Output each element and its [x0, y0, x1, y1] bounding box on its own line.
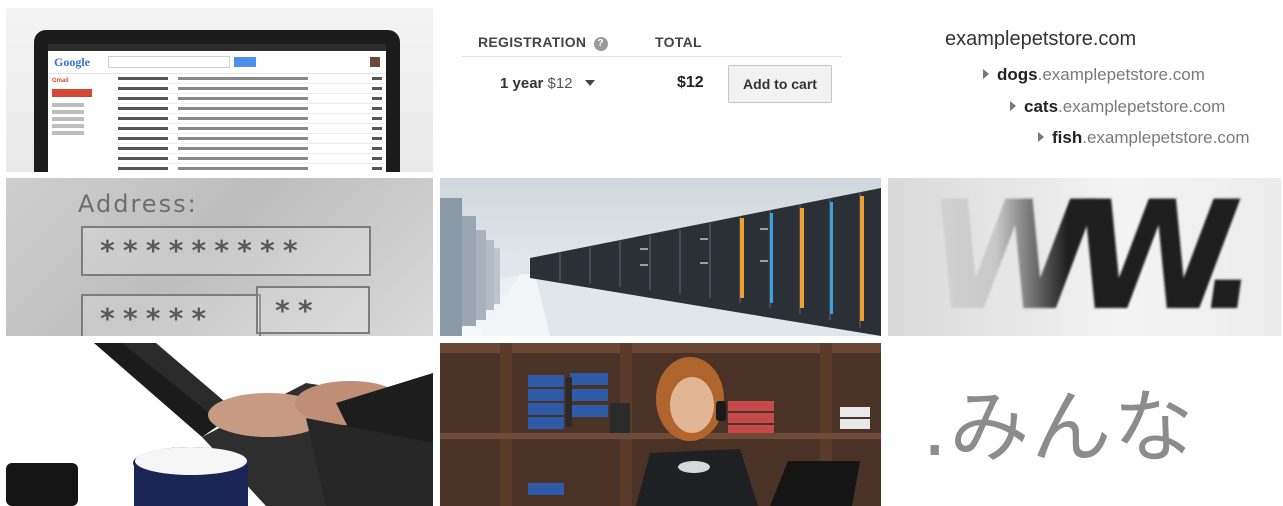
email-list	[114, 74, 386, 172]
caret-right-icon	[983, 69, 989, 79]
subdomain-prefix: dogs	[997, 65, 1038, 84]
avatar	[370, 57, 380, 67]
root-domain: examplepetstore.com	[945, 28, 1137, 50]
google-logo: Google	[54, 54, 90, 69]
total-price: $12	[677, 74, 704, 91]
masked-field: *********	[81, 226, 371, 276]
help-icon[interactable]: ?	[593, 37, 608, 51]
woman-on-phone-icon	[440, 343, 881, 506]
registration-header: REGISTRATION ?	[478, 34, 608, 51]
gmail-search-box	[108, 56, 230, 68]
subdomain-item: fish.examplepetstore.com	[1038, 128, 1249, 148]
subdomain-prefix: fish	[1052, 128, 1083, 147]
gmail-label: Gmail	[52, 78, 69, 84]
total-header: TOTAL	[655, 34, 702, 50]
term-label: 1 year	[500, 75, 544, 92]
minna-tld-tile: .みんな	[888, 343, 1281, 506]
laptop-photo: Google Gmail	[34, 30, 400, 172]
typing-photo	[6, 343, 433, 506]
subdomain-suffix: .examplepetstore.com	[1058, 97, 1226, 116]
subdomain-tile: examplepetstore.com dogs.examplepetstore…	[888, 8, 1281, 172]
add-to-cart-button[interactable]: Add to cart	[728, 65, 832, 103]
gmail-screen: Google Gmail	[48, 44, 386, 172]
registration-tile: REGISTRATION ? TOTAL 1 year $12 $12 Add …	[440, 8, 881, 172]
subdomain-item: cats.examplepetstore.com	[1010, 97, 1225, 117]
term-select[interactable]: 1 year $12	[500, 75, 595, 92]
subdomain-suffix: .examplepetstore.com	[1082, 128, 1250, 147]
server-racks-icon	[440, 178, 881, 336]
caret-right-icon	[1038, 132, 1044, 142]
masked-field: *****	[81, 294, 261, 336]
divider	[462, 56, 842, 57]
chevron-down-icon	[584, 80, 595, 86]
search-icon	[234, 57, 256, 67]
subdomain-item: dogs.examplepetstore.com	[983, 65, 1205, 85]
registration-heading: REGISTRATION	[478, 34, 587, 50]
address-field-tile: Address: ********* ***** **	[6, 178, 433, 336]
minna-text: .みんな	[922, 381, 1196, 474]
datacenter-photo	[440, 178, 881, 336]
subdomain-suffix: .examplepetstore.com	[1037, 65, 1205, 84]
image-grid: Google Gmail REGISTRATION ? TOTAL 1 year…	[0, 0, 1283, 506]
subdomain-prefix: cats	[1024, 97, 1059, 116]
masked-field: **	[256, 286, 370, 334]
www-photo: WW.	[888, 178, 1281, 336]
term-price: $12	[547, 75, 573, 92]
hands-typing-icon	[6, 343, 433, 506]
caret-right-icon	[1010, 101, 1016, 111]
compose-button	[52, 89, 92, 97]
address-label: Address:	[78, 190, 198, 218]
shop-photo	[440, 343, 881, 506]
laptop-gmail-tile: Google Gmail	[6, 8, 433, 172]
